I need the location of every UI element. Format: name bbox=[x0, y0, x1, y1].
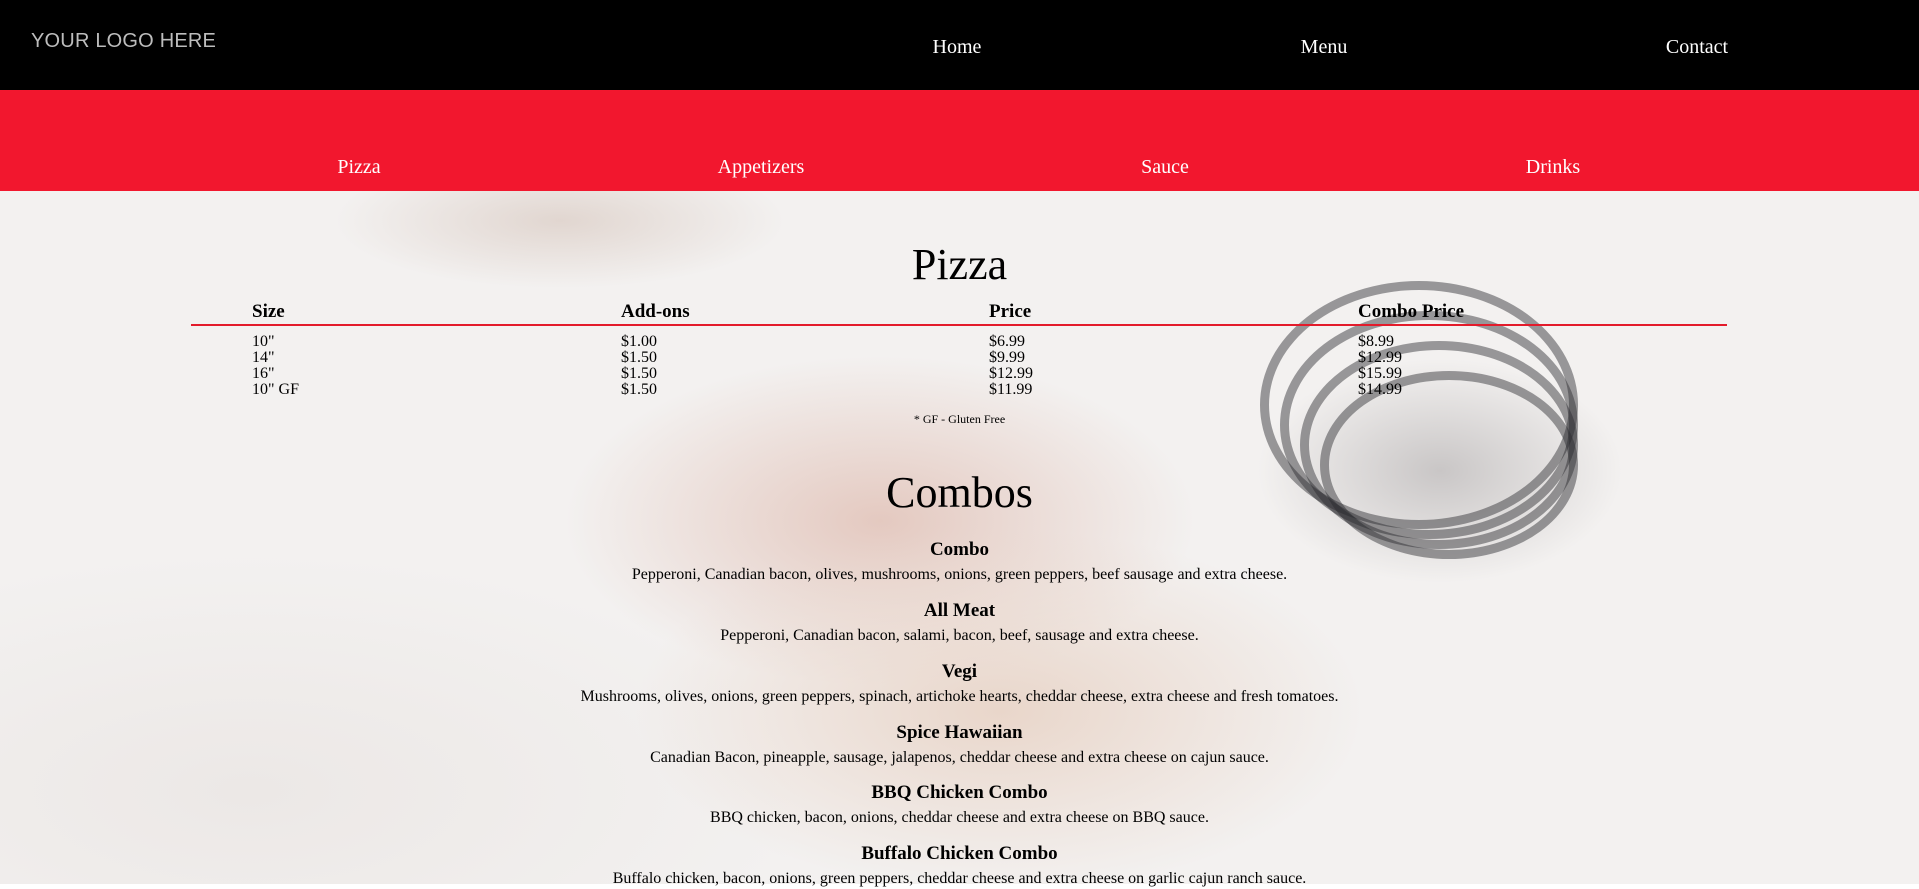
category-nav: Pizza Appetizers Sauce Drinks bbox=[0, 90, 1919, 191]
nav-home-link[interactable]: Home bbox=[933, 36, 982, 59]
table-body: 10" $1.00 $6.99 $8.99 14" $1.50 $9.99 $1… bbox=[191, 334, 1727, 398]
table-cell: $1.00 bbox=[621, 333, 657, 350]
column-header: Add-ons bbox=[621, 301, 690, 322]
table-cell: 10" bbox=[252, 333, 275, 350]
combos-heading: Combos bbox=[886, 468, 1033, 517]
combo-item: Buffalo Chicken Combo Buffalo chicken, b… bbox=[0, 843, 1919, 889]
menu-content: Pizza Size Add-ons Price Combo Price 10"… bbox=[0, 191, 1919, 887]
combo-item: Combo Pepperoni, Canadian bacon, olives,… bbox=[0, 539, 1919, 585]
gluten-free-footnote: * GF - Gluten Free bbox=[913, 412, 1006, 426]
table-cell: 10" GF bbox=[252, 381, 299, 398]
combo-name: Buffalo Chicken Combo bbox=[861, 843, 1058, 864]
site-logo[interactable]: YOUR LOGO HERE bbox=[31, 30, 216, 53]
header-divider bbox=[191, 324, 1727, 326]
combo-description: Mushrooms, olives, onions, green peppers… bbox=[580, 688, 1339, 705]
combo-item: All Meat Pepperoni, Canadian bacon, sala… bbox=[0, 600, 1919, 646]
category-appetizers-link[interactable]: Appetizers bbox=[718, 156, 805, 179]
table-cell: $12.99 bbox=[1358, 349, 1402, 366]
combo-name: All Meat bbox=[923, 600, 996, 621]
table-cell: 14" bbox=[252, 349, 275, 366]
combo-name: BBQ Chicken Combo bbox=[871, 782, 1048, 803]
table-row: 10" GF $1.50 $11.99 $14.99 bbox=[191, 382, 1727, 398]
table-row: 14" $1.50 $9.99 $12.99 bbox=[191, 350, 1727, 366]
nav-menu-link[interactable]: Menu bbox=[1301, 36, 1348, 59]
combo-name: Combo bbox=[929, 539, 990, 560]
nav-contact-link[interactable]: Contact bbox=[1666, 36, 1728, 59]
table-cell: $1.50 bbox=[621, 365, 657, 382]
table-cell: $9.99 bbox=[989, 349, 1025, 366]
combo-description: Canadian Bacon, pineapple, sausage, jala… bbox=[650, 749, 1269, 766]
combo-description: BBQ chicken, bacon, onions, cheddar chee… bbox=[710, 809, 1209, 826]
table-row: 16" $1.50 $12.99 $15.99 bbox=[191, 366, 1727, 382]
combo-description: Buffalo chicken, bacon, onions, green pe… bbox=[612, 870, 1307, 887]
combo-item: Vegi Mushrooms, olives, onions, green pe… bbox=[0, 661, 1919, 707]
column-header: Size bbox=[252, 301, 285, 322]
category-pizza-link[interactable]: Pizza bbox=[337, 156, 380, 179]
combo-description: Pepperoni, Canadian bacon, olives, mushr… bbox=[631, 566, 1288, 583]
combo-item: BBQ Chicken Combo BBQ chicken, bacon, on… bbox=[0, 782, 1919, 828]
table-cell: $1.50 bbox=[621, 349, 657, 366]
pizza-heading: Pizza bbox=[911, 240, 1008, 289]
combo-name: Vegi bbox=[941, 661, 978, 682]
table-cell: $14.99 bbox=[1358, 381, 1402, 398]
column-header: Combo Price bbox=[1358, 301, 1465, 322]
table-cell: $8.99 bbox=[1358, 333, 1394, 350]
table-cell: $12.99 bbox=[989, 365, 1033, 382]
combo-description: Pepperoni, Canadian bacon, salami, bacon… bbox=[720, 627, 1199, 644]
table-header: Size Add-ons Price Combo Price bbox=[191, 301, 1727, 326]
table-row: 10" $1.00 $6.99 $8.99 bbox=[191, 334, 1727, 350]
category-sauce-link[interactable]: Sauce bbox=[1141, 156, 1189, 179]
column-header: Price bbox=[989, 301, 1032, 322]
category-drinks-link[interactable]: Drinks bbox=[1526, 156, 1580, 179]
table-cell: $1.50 bbox=[621, 381, 657, 398]
top-header: YOUR LOGO HERE Home Menu Contact bbox=[0, 0, 1919, 90]
pizza-price-table: Size Add-ons Price Combo Price 10" $1.00… bbox=[191, 301, 1727, 398]
table-cell: $15.99 bbox=[1358, 365, 1402, 382]
combo-item: Spice Hawaiian Canadian Bacon, pineapple… bbox=[0, 722, 1919, 768]
table-cell: $11.99 bbox=[989, 381, 1033, 398]
table-cell: $6.99 bbox=[989, 333, 1025, 350]
table-cell: 16" bbox=[252, 365, 275, 382]
combo-name: Spice Hawaiian bbox=[896, 722, 1023, 743]
